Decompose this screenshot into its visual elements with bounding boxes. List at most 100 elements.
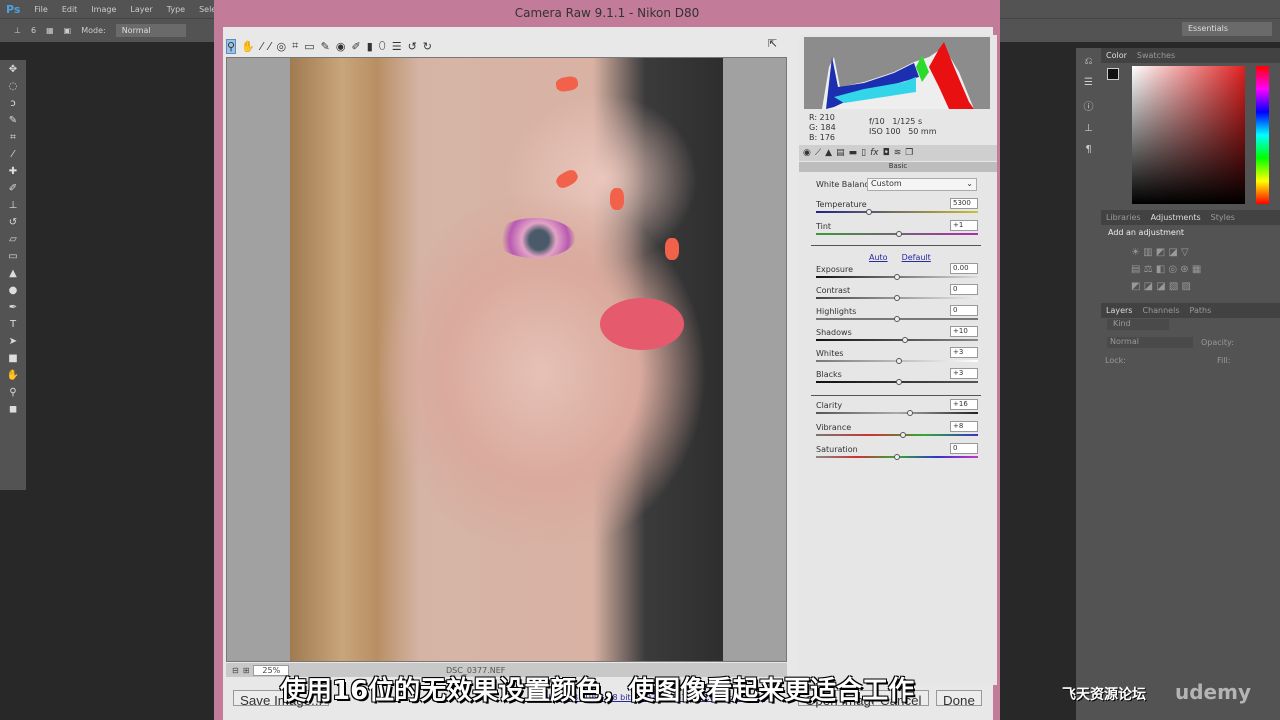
graduated-filter-icon[interactable]: ▮	[367, 40, 373, 53]
vibrance-track[interactable]	[816, 434, 978, 436]
temperature-thumb[interactable]	[866, 209, 873, 215]
type-tool-icon[interactable]: T	[10, 319, 16, 330]
tab-styles[interactable]: Styles	[1211, 213, 1235, 222]
brush-panel-icon[interactable]: ▦	[46, 26, 54, 35]
foreground-color[interactable]	[1107, 68, 1119, 80]
pen-icon[interactable]: ✒	[9, 302, 17, 313]
rotate-right-icon[interactable]: ↻	[423, 40, 432, 53]
preferences-icon[interactable]: ☰	[392, 40, 402, 53]
menu-edit[interactable]: Edit	[62, 5, 78, 14]
stamp-tool-icon[interactable]: ⊥	[14, 26, 21, 35]
presets-icon[interactable]: ≋	[894, 148, 902, 158]
move-tool-icon[interactable]: ✥	[9, 64, 17, 75]
fullscreen-icon[interactable]: ⇱	[768, 37, 777, 50]
menu-file[interactable]: File	[34, 5, 47, 14]
vibrance-value[interactable]: +8	[950, 421, 978, 432]
properties-icon[interactable]: ☰	[1084, 77, 1093, 88]
hsl-icon[interactable]: ▤	[836, 148, 845, 158]
radial-filter-icon[interactable]: ⬯	[379, 39, 386, 53]
clarity-track[interactable]	[816, 412, 978, 414]
highlights-value[interactable]: 0	[950, 305, 978, 316]
temperature-value[interactable]: 5300	[950, 198, 978, 209]
tab-libraries[interactable]: Libraries	[1106, 213, 1141, 222]
adjustment-brush-icon[interactable]: ✐	[352, 40, 361, 53]
zoom-out-button[interactable]: ⊟	[232, 666, 239, 675]
stamp-icon[interactable]: ⊥	[9, 200, 18, 211]
lens-icon[interactable]: ▯	[861, 148, 866, 158]
clarity-thumb[interactable]	[906, 410, 913, 416]
shadows-slider[interactable]: Shadows +10	[816, 326, 978, 343]
zoom-in-button[interactable]: ⊞	[243, 666, 250, 675]
eyedropper-icon[interactable]: ⁄	[12, 149, 14, 160]
menu-type[interactable]: Type	[167, 5, 185, 14]
default-link[interactable]: Default	[902, 253, 931, 262]
brush-tool-icon[interactable]: ✐	[9, 183, 17, 194]
shape-icon[interactable]: ■	[8, 353, 17, 364]
color-sampler-icon[interactable]: ⁄	[269, 40, 271, 53]
highlights-thumb[interactable]	[894, 316, 900, 322]
hand-tool-icon[interactable]: ✋	[241, 40, 255, 53]
shadows-track[interactable]	[816, 339, 978, 341]
info-icon[interactable]: ⓘ	[1084, 98, 1094, 113]
fx-icon[interactable]: fx	[870, 148, 879, 158]
shadows-value[interactable]: +10	[950, 326, 978, 337]
auto-link[interactable]: Auto	[869, 253, 888, 262]
crop-tool-icon[interactable]: ⌗	[10, 132, 16, 143]
gradient-icon[interactable]: ▭	[8, 251, 17, 262]
history-brush-icon[interactable]: ↺	[9, 217, 17, 228]
whites-thumb[interactable]	[895, 358, 902, 364]
contrast-thumb[interactable]	[894, 295, 900, 301]
mode-select[interactable]: Normal	[115, 24, 186, 37]
temperature-track[interactable]	[816, 211, 978, 213]
detail-icon[interactable]: ▲	[825, 148, 832, 158]
saturation-thumb[interactable]	[894, 454, 900, 460]
kind-filter[interactable]: Kind	[1107, 319, 1169, 330]
clarity-value[interactable]: +16	[950, 399, 978, 410]
tab-adjustments[interactable]: Adjustments	[1151, 213, 1201, 222]
image-preview[interactable]	[226, 57, 787, 662]
exposure-thumb[interactable]	[894, 274, 900, 280]
blacks-value[interactable]: +3	[950, 368, 978, 379]
zoom-tool-icon[interactable]: ⚲	[225, 38, 237, 54]
targeted-adjust-icon[interactable]: ◎	[276, 40, 286, 53]
tab-layers[interactable]: Layers	[1106, 306, 1132, 315]
color-swatch-icon[interactable]: ◼	[9, 404, 17, 415]
exposure-slider[interactable]: Exposure 0.00	[816, 263, 978, 280]
color-field[interactable]	[1132, 66, 1245, 204]
clone-source-dock-icon[interactable]: ⊥	[1084, 123, 1093, 134]
basic-tab-icon[interactable]: ◉	[803, 148, 811, 158]
white-balance-tool-icon[interactable]: ⁄	[261, 40, 263, 53]
vibrance-slider[interactable]: Vibrance +8	[816, 421, 978, 438]
paragraph-icon[interactable]: ¶	[1085, 144, 1091, 155]
saturation-slider[interactable]: Saturation 0	[816, 443, 978, 460]
tint-thumb[interactable]	[895, 231, 902, 237]
tab-paths[interactable]: Paths	[1190, 306, 1212, 315]
tab-color[interactable]: Color	[1106, 51, 1127, 60]
highlights-slider[interactable]: Highlights 0	[816, 305, 978, 322]
tab-channels[interactable]: Channels	[1142, 306, 1179, 315]
camera-calibration-icon[interactable]: ◘	[883, 148, 890, 158]
done-button[interactable]: Done	[936, 690, 982, 708]
workspace-select[interactable]: Essentials	[1182, 22, 1272, 36]
eraser-icon[interactable]: ▱	[9, 234, 17, 245]
whites-value[interactable]: +3	[950, 347, 978, 358]
clarity-slider[interactable]: Clarity +16	[816, 399, 978, 416]
contrast-value[interactable]: 0	[950, 284, 978, 295]
marquee-tool-icon[interactable]: ◌	[9, 81, 18, 92]
crop-icon[interactable]: ⌗	[292, 39, 298, 53]
tint-value[interactable]: +1	[950, 220, 978, 231]
menu-layer[interactable]: Layer	[130, 5, 152, 14]
red-eye-icon[interactable]: ◉	[336, 40, 346, 53]
saturation-value[interactable]: 0	[950, 443, 978, 454]
adjustment-icons[interactable]: ☀ ▥ ◩ ◪ ▽ ▤ ⚖ ◧ ◎ ⊛ ▦ ◩ ◪ ◪ ▧ ▨	[1131, 244, 1251, 295]
blend-mode-select[interactable]: Normal	[1107, 337, 1193, 348]
shadows-thumb[interactable]	[902, 337, 909, 343]
path-select-icon[interactable]: ➤	[9, 336, 17, 347]
tint-slider[interactable]: Tint +1	[816, 220, 978, 237]
clone-source-icon[interactable]: ▣	[64, 26, 72, 35]
hand-icon[interactable]: ✋	[7, 370, 19, 381]
temperature-slider[interactable]: Temperature 5300	[816, 198, 978, 215]
split-toning-icon[interactable]: ▬	[849, 148, 858, 158]
lasso-tool-icon[interactable]: ↄ	[10, 98, 16, 109]
blacks-thumb[interactable]	[895, 379, 902, 385]
